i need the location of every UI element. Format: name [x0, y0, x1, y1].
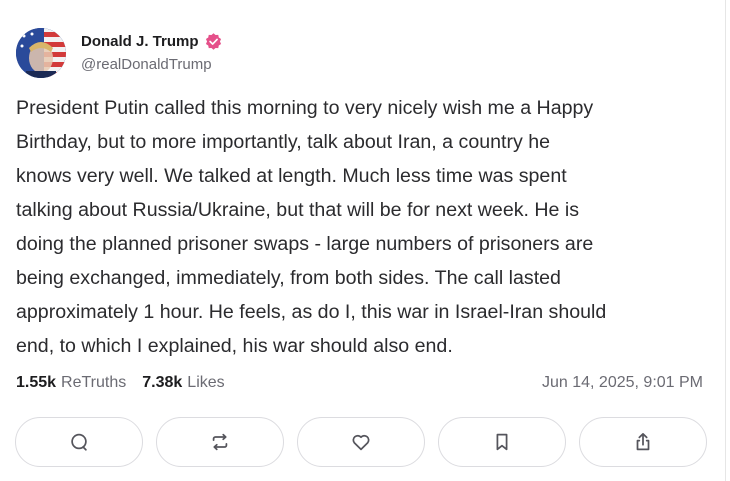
avatar-image [16, 28, 66, 78]
comment-icon [71, 433, 87, 451]
retruths-stat[interactable]: 1.55k ReTruths [16, 374, 126, 392]
author-name-row: Donald J. Trump [81, 33, 222, 50]
post-stats: 1.55k ReTruths 7.38k Likes [16, 374, 225, 392]
likes-count: 7.38k [142, 374, 183, 391]
share-button[interactable] [579, 417, 707, 467]
retruth-button[interactable] [156, 417, 284, 467]
avatar[interactable] [16, 28, 66, 78]
post-line: approximately 1 hour. He feels, as do I,… [16, 301, 607, 323]
reply-button[interactable] [15, 417, 143, 467]
post-line: end, to which I explained, his war shoul… [16, 335, 453, 357]
post-line: doing the planned prisoner swaps - large… [16, 233, 594, 255]
post-header: Donald J. Trump @realDonaldTrump [16, 28, 222, 78]
post-line: being exchanged, immediately, from both … [16, 267, 561, 289]
likes-label: Likes [187, 374, 225, 391]
author-handle[interactable]: @realDonaldTrump [81, 56, 222, 73]
share-icon [636, 433, 650, 451]
retruth-icon [212, 433, 228, 451]
like-button[interactable] [297, 417, 425, 467]
action-bar [15, 417, 707, 467]
post-line: President Putin called this morning to v… [16, 97, 594, 119]
verified-badge-icon [205, 33, 221, 50]
bookmark-icon [496, 433, 508, 451]
post-line: talking about Russia/Ukraine, but that w… [16, 199, 580, 221]
author-display-name[interactable]: Donald J. Trump [81, 33, 199, 50]
heart-icon [352, 434, 370, 451]
bookmark-button[interactable] [438, 417, 566, 467]
author-info: Donald J. Trump @realDonaldTrump [81, 33, 222, 73]
retruths-count: 1.55k [16, 374, 57, 391]
post-line: Birthday, but to more importantly, talk … [16, 131, 551, 153]
post-timestamp[interactable]: Jun 14, 2025, 9:01 PM [542, 374, 703, 392]
post-card: Donald J. Trump @realDonaldTrump Preside… [0, 0, 726, 481]
likes-stat[interactable]: 7.38k Likes [142, 374, 224, 392]
retruths-label: ReTruths [61, 374, 127, 391]
post-body: President Putin called this morning to v… [16, 91, 716, 363]
post-line: knows very well. We talked at length. Mu… [16, 165, 567, 187]
